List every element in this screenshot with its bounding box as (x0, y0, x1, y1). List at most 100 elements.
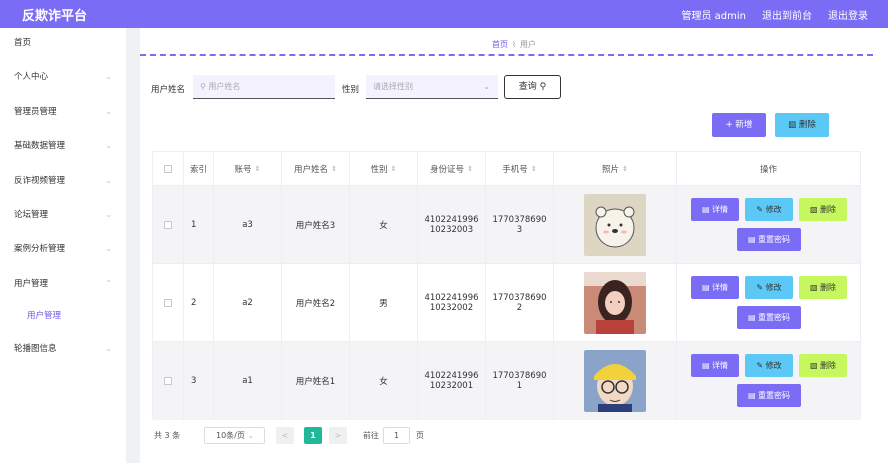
header-label: 性别 (370, 164, 388, 175)
trash-icon: ▧ (809, 205, 818, 214)
checkbox[interactable] (164, 298, 172, 307)
table-row: 1 a3 用户姓名3 女 4102241996 10232003 17703786… (153, 186, 860, 264)
exit-to-frontend-link[interactable]: 退出到前台 (762, 7, 812, 22)
chevron-down-icon: ⌄ (247, 431, 255, 440)
sort-icon[interactable]: ⇕ (391, 165, 397, 173)
chevron-up-icon: ⌃ (105, 279, 112, 288)
sort-icon[interactable]: ⇕ (331, 165, 337, 173)
cell-name: 用户姓名3 (282, 186, 350, 263)
detail-button[interactable]: ▤ 详情 (691, 198, 739, 221)
sidebar-item-basic-data[interactable]: 基础数据管理 ⌄ (0, 137, 126, 155)
sort-icon[interactable]: ⇕ (622, 165, 628, 173)
sidebar-item-cases[interactable]: 案例分析管理 ⌄ (0, 240, 126, 258)
logout-link[interactable]: 退出登录 (828, 7, 868, 22)
phone-line: 3 (516, 224, 523, 235)
sort-icon[interactable]: ⇕ (255, 165, 261, 173)
sidebar-item-profile[interactable]: 个人中心 ⌄ (0, 68, 126, 86)
sidebar-item-users[interactable]: 用户管理 ⌃ (0, 275, 126, 293)
cell-phone: 1770378690 2 (486, 264, 554, 341)
user-photo-cartoon (584, 350, 646, 412)
edit-button[interactable]: ✎ 修改 (745, 354, 793, 377)
detail-label: 详情 (712, 283, 729, 292)
gender-placeholder: 请选择性别 (373, 82, 413, 91)
header-gender[interactable]: 性别 ⇕ (350, 152, 418, 185)
users-table: 索引 账号 ⇕ 用户姓名 ⇕ 性别 ⇕ 身份证号 ⇕ 手机号 ⇕ 照片 ⇕ 操作 1 a3 … (152, 151, 861, 420)
sidebar-item-admins[interactable]: 管理员管理 ⌄ (0, 103, 126, 121)
delete-button[interactable]: ▧ 删除 (799, 276, 847, 299)
header-select-all[interactable] (153, 152, 184, 185)
sidebar-item-label: 用户管理 (27, 311, 62, 321)
checkbox[interactable] (164, 220, 172, 229)
phone-line: 2 (516, 302, 523, 313)
sidebar-subitem-user-management[interactable]: 用户管理 (0, 307, 126, 325)
detail-button[interactable]: ▤ 详情 (691, 276, 739, 299)
sidebar-item-videos[interactable]: 反诈视频管理 ⌄ (0, 172, 126, 190)
sort-icon[interactable]: ⇕ (531, 165, 537, 173)
search-icon: ⚲ (200, 82, 206, 91)
header-label: 身份证号 (430, 164, 465, 175)
reset-password-button[interactable]: ▤ 重置密码 (737, 306, 801, 329)
detail-label: 详情 (712, 205, 729, 214)
prev-page-button[interactable]: < (276, 427, 294, 444)
row-select[interactable] (153, 264, 184, 341)
trash-icon: ▧ (809, 283, 818, 292)
name-placeholder: 用户姓名 (208, 82, 241, 91)
user-photo-portrait (584, 271, 646, 334)
page-suffix: 页 (416, 431, 424, 440)
sidebar-item-carousel[interactable]: 轮播图信息 ⌄ (0, 340, 126, 358)
checkbox[interactable] (164, 377, 172, 385)
add-label: 新增 (735, 120, 753, 130)
sort-icon[interactable]: ⇕ (467, 165, 473, 173)
phone-line: 1770378690 (492, 292, 547, 303)
batch-delete-button[interactable]: ▧ 删除 (775, 113, 829, 137)
header-id-card[interactable]: 身份证号 ⇕ (418, 152, 486, 185)
id-line: 10232001 (429, 381, 474, 391)
goto-page-input[interactable]: 1 (383, 427, 410, 444)
query-button[interactable]: 查询 ⚲ (504, 75, 561, 99)
sidebar-item-home[interactable]: 首页 (0, 34, 126, 52)
detail-label: 详情 (712, 361, 729, 370)
reset-password-button[interactable]: ▤ 重置密码 (737, 228, 801, 251)
row-actions: ▤ 详情 ✎ 修改 ▧ 删除 ▤ 重置密码 (677, 264, 860, 341)
header-name[interactable]: 用户姓名 ⇕ (282, 152, 350, 185)
add-button[interactable]: + 新增 (712, 113, 766, 137)
row-select[interactable] (153, 342, 184, 420)
reset-label: 重置密码 (758, 235, 791, 244)
header-account[interactable]: 账号 ⇕ (214, 152, 282, 185)
next-page-button[interactable]: > (329, 427, 347, 444)
detail-button[interactable]: ▤ 详情 (691, 354, 739, 377)
edit-button[interactable]: ✎ 修改 (745, 276, 793, 299)
edit-button[interactable]: ✎ 修改 (745, 198, 793, 221)
table-row: 2 a2 用户姓名2 男 4102241996 10232002 17703786… (153, 264, 860, 342)
reset-password-button[interactable]: ▤ 重置密码 (737, 384, 801, 407)
chevron-down-icon: ⌄ (105, 72, 112, 81)
id-line: 10232003 (429, 224, 474, 235)
cell-account: a3 (214, 186, 282, 263)
query-label: 查询 (518, 82, 537, 92)
cell-phone: 1770378690 1 (486, 342, 554, 420)
cell-name: 用户姓名2 (282, 264, 350, 341)
row-select[interactable] (153, 186, 184, 263)
page-1-button[interactable]: 1 (304, 427, 322, 444)
pencil-icon: ✎ (756, 283, 764, 292)
page-size-select[interactable]: 10条/页 ⌄ (204, 427, 265, 444)
sidebar-item-label: 案例分析管理 (14, 244, 66, 254)
admin-label[interactable]: 管理员 admin (681, 7, 746, 22)
id-line: 4102241996 (424, 371, 479, 381)
gender-label: 性别 (342, 85, 360, 95)
breadcrumb-home[interactable]: 首页 (492, 40, 508, 49)
header-phone[interactable]: 手机号 ⇕ (486, 152, 554, 185)
breadcrumb: 首页 ⌇ 用户 (140, 39, 888, 50)
delete-button[interactable]: ▧ 删除 (799, 198, 847, 221)
user-photo-bear (584, 193, 646, 256)
name-search-input[interactable]: ⚲ 用户姓名 (193, 75, 335, 99)
header-photo[interactable]: 照片 ⇕ (554, 152, 677, 185)
gender-select[interactable]: 请选择性别 ⌄ (366, 75, 498, 99)
plus-icon: + (725, 120, 733, 130)
brand-title: 反欺诈平台 (22, 9, 88, 24)
cell-photo (554, 186, 677, 263)
delete-button[interactable]: ▧ 删除 (799, 354, 847, 377)
chevron-down-icon: ⌄ (483, 82, 490, 91)
checkbox[interactable] (164, 164, 172, 173)
sidebar-item-forum[interactable]: 论坛管理 ⌄ (0, 206, 126, 224)
